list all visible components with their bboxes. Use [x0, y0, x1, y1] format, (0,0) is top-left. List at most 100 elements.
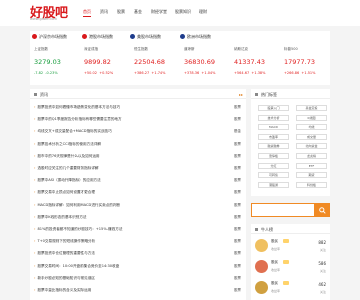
- news-item[interactable]: › 股票中ASI（振动升降指标）的应用方法 股票: [34, 178, 244, 186]
- news-item-title[interactable]: 81%的投资者都不知道的炒股技巧：+15%-赚钱方法: [37, 227, 122, 231]
- tag-link[interactable]: 涨停板: [258, 153, 289, 159]
- news-item-category[interactable]: 股票: [234, 203, 241, 208]
- news-item-category[interactable]: 股票: [234, 117, 241, 122]
- news-item-title[interactable]: 股票中ASI（振动升降指标）的应用方法: [37, 178, 100, 182]
- tag-link[interactable]: 融资融券: [258, 143, 289, 150]
- tags-header: 热门标签: [251, 89, 330, 99]
- news-item[interactable]: › 新手炒股必知的基础知识与常见误区 股票: [34, 276, 244, 284]
- news-item-title[interactable]: 股票交易时间：10:00开盘前集合竞价至14:30收盘: [37, 264, 119, 268]
- quote-item[interactable]: 标普500 17977.73 +266.86 +1.51%: [280, 42, 330, 85]
- news-item-category[interactable]: 股票: [234, 239, 241, 244]
- follow-link[interactable]: 关注: [320, 269, 326, 273]
- news-item-category[interactable]: 股票: [234, 142, 241, 147]
- us-flag-icon: [130, 34, 135, 39]
- rank-item[interactable]: 股民 收益率 586 关注: [251, 257, 330, 278]
- bullet-arrow-icon: ›: [34, 239, 36, 244]
- news-item[interactable]: › 股票中K线形态的基本识别方法 股票: [34, 215, 244, 223]
- nav-item-funds[interactable]: 基金: [134, 9, 142, 15]
- quote-item[interactable]: 上证指数 3279.03 -7.82 -0.23%: [30, 42, 80, 85]
- news-item-title[interactable]: 股票交易中止损点如何设置才更合理: [37, 190, 95, 194]
- search-button[interactable]: [315, 203, 330, 217]
- news-item[interactable]: › 股市中的76天规律是什么以及如何运用 股票: [34, 154, 244, 162]
- news-item[interactable]: › 81%的投资者都不知道的炒股技巧：+15%-赚钱方法 股票: [34, 227, 244, 235]
- more-icon[interactable]: ▸▸: [239, 92, 243, 97]
- tag-link[interactable]: 期货: [296, 172, 327, 179]
- news-item[interactable]: › 均线交叉+成交量配合+MACD指标的实战技巧 基金: [34, 129, 244, 137]
- nav-item-finance[interactable]: 理财: [199, 9, 207, 15]
- news-item[interactable]: › 股票技术分析之CCI指标的使用方法详解 股票: [34, 142, 244, 150]
- quote-item[interactable]: 深证成指 9899.82 +50.02 +0.52%: [80, 42, 130, 85]
- news-item[interactable]: › 股票中的Q1季度报告分析指标有哪些需要注意的地方 股票: [34, 117, 244, 125]
- hk-flag-icon: [82, 34, 87, 39]
- news-item-category[interactable]: 股票: [234, 190, 241, 195]
- tag-link[interactable]: 北向资金: [296, 143, 327, 150]
- follow-link[interactable]: 关注: [320, 290, 326, 294]
- news-item-category[interactable]: 股票: [234, 251, 241, 256]
- news-item-category[interactable]: 股票: [234, 105, 241, 110]
- level-badge-icon: [283, 239, 289, 243]
- news-item-title[interactable]: T+0交易规则下的短线操作策略分析: [37, 239, 95, 243]
- news-item[interactable]: › MACD指标详解：如何利用MACD进行买卖点的判断 股票: [34, 203, 244, 211]
- rank-item[interactable]: 股民 收益率 462 关注: [251, 278, 330, 299]
- tag-link[interactable]: MACD: [258, 124, 289, 131]
- nav-item-knowledge[interactable]: 股票知识: [175, 9, 191, 15]
- follow-link[interactable]: 关注: [320, 248, 326, 252]
- news-item-title[interactable]: MACD指标详解：如何利用MACD进行买卖点的判断: [37, 203, 120, 207]
- tag-link[interactable]: 股票入门: [258, 105, 289, 111]
- quote-name: 恒生指数: [134, 47, 148, 51]
- news-item-category[interactable]: 基金: [234, 129, 241, 134]
- search-input[interactable]: [251, 203, 315, 217]
- nav-item-home[interactable]: 首页: [83, 9, 91, 17]
- quote-price: 17977.73: [284, 58, 316, 66]
- tag-link[interactable]: K线图: [296, 114, 327, 121]
- quote-item[interactable]: 道琼斯 36830.69 +378.36 +1.04%: [180, 42, 230, 85]
- news-item-title[interactable]: 股票投资中仓位管理的重要性与方法: [37, 251, 95, 255]
- news-item-title[interactable]: 股市中的76天规律是什么以及如何运用: [37, 154, 99, 158]
- news-item-title[interactable]: 股票中量比指标的含义及实际运用: [37, 288, 91, 292]
- news-item-title[interactable]: 股票投资中如何看懂市场趋势变化的基本方法与技巧: [37, 105, 120, 109]
- nav-item-stocks[interactable]: 股票: [117, 9, 125, 15]
- news-item-title[interactable]: 股票中的Q1季度报告分析指标有哪些需要注意的地方: [37, 117, 121, 121]
- news-item-title[interactable]: 股票中K线形态的基本识别方法: [37, 215, 86, 219]
- news-item-category[interactable]: 股票: [234, 154, 241, 159]
- tag-link[interactable]: 成交量: [296, 133, 327, 140]
- quote-item[interactable]: 纳斯达克 41337.43 +564.67 +1.38%: [230, 42, 280, 85]
- bullet-arrow-icon: ›: [34, 153, 36, 158]
- news-item-title[interactable]: 均线交叉+成交量配合+MACD指标的实战技巧: [37, 129, 111, 133]
- news-item-category[interactable]: 股票: [234, 276, 241, 281]
- nav-item-news[interactable]: 资讯: [100, 9, 108, 15]
- nav-item-school[interactable]: 财经学堂: [151, 9, 167, 15]
- news-item-title[interactable]: 选股时应关注的几个重要财务指标详解: [37, 166, 98, 170]
- tag-link[interactable]: 市盈率: [258, 133, 289, 140]
- news-item[interactable]: › T+0交易规则下的短线操作策略分析 股票: [34, 239, 244, 247]
- news-item[interactable]: › 选股时应关注的几个重要财务指标详解 股票: [34, 166, 244, 174]
- news-item[interactable]: › 股票中量比指标的含义及实际运用 股票: [34, 288, 244, 296]
- tag-link[interactable]: 分红: [258, 162, 289, 169]
- news-item-category[interactable]: 股票: [234, 288, 241, 293]
- news-item-category[interactable]: 股票: [234, 264, 241, 269]
- rank-item[interactable]: 股民 收益率 882 关注: [251, 236, 330, 257]
- tag-link[interactable]: 港股通: [258, 181, 289, 188]
- news-item[interactable]: › 股票交易中止损点如何设置才更合理 股票: [34, 190, 244, 198]
- tag-link[interactable]: 技术分析: [258, 114, 289, 121]
- tab-eu-indices[interactable]: 欧洲市场指数: [180, 31, 240, 42]
- rank-user: 股民: [271, 281, 278, 285]
- tag-link[interactable]: 龙虎榜: [296, 153, 327, 159]
- tag-link[interactable]: ETF: [296, 162, 327, 169]
- news-item-title[interactable]: 新手炒股必知的基础知识与常见误区: [37, 276, 95, 280]
- news-item[interactable]: › 股票交易时间：10:00开盘前集合竞价至14:30收盘 股票: [34, 264, 244, 272]
- tag-link[interactable]: 基金定投: [296, 105, 327, 111]
- quote-item[interactable]: 恒生指数 22504.68 +386.27 +1.74%: [130, 42, 180, 85]
- tag-link[interactable]: 科创板: [296, 181, 327, 188]
- news-item[interactable]: › 股票投资中如何看懂市场趋势变化的基本方法与技巧 股票: [34, 105, 244, 113]
- tag-link[interactable]: 可转债: [258, 172, 289, 179]
- news-item-title[interactable]: 股票技术分析之CCI指标的使用方法详解: [37, 142, 101, 146]
- search-box: [251, 203, 330, 217]
- news-item-category[interactable]: 股票: [234, 215, 241, 220]
- news-item-category[interactable]: 股票: [234, 178, 241, 183]
- bullet-arrow-icon: ›: [34, 117, 36, 122]
- news-item[interactable]: › 股票投资中仓位管理的重要性与方法 股票: [34, 251, 244, 259]
- news-item-category[interactable]: 股票: [234, 227, 241, 232]
- tag-link[interactable]: 均线: [296, 124, 327, 131]
- news-item-category[interactable]: 股票: [234, 166, 241, 171]
